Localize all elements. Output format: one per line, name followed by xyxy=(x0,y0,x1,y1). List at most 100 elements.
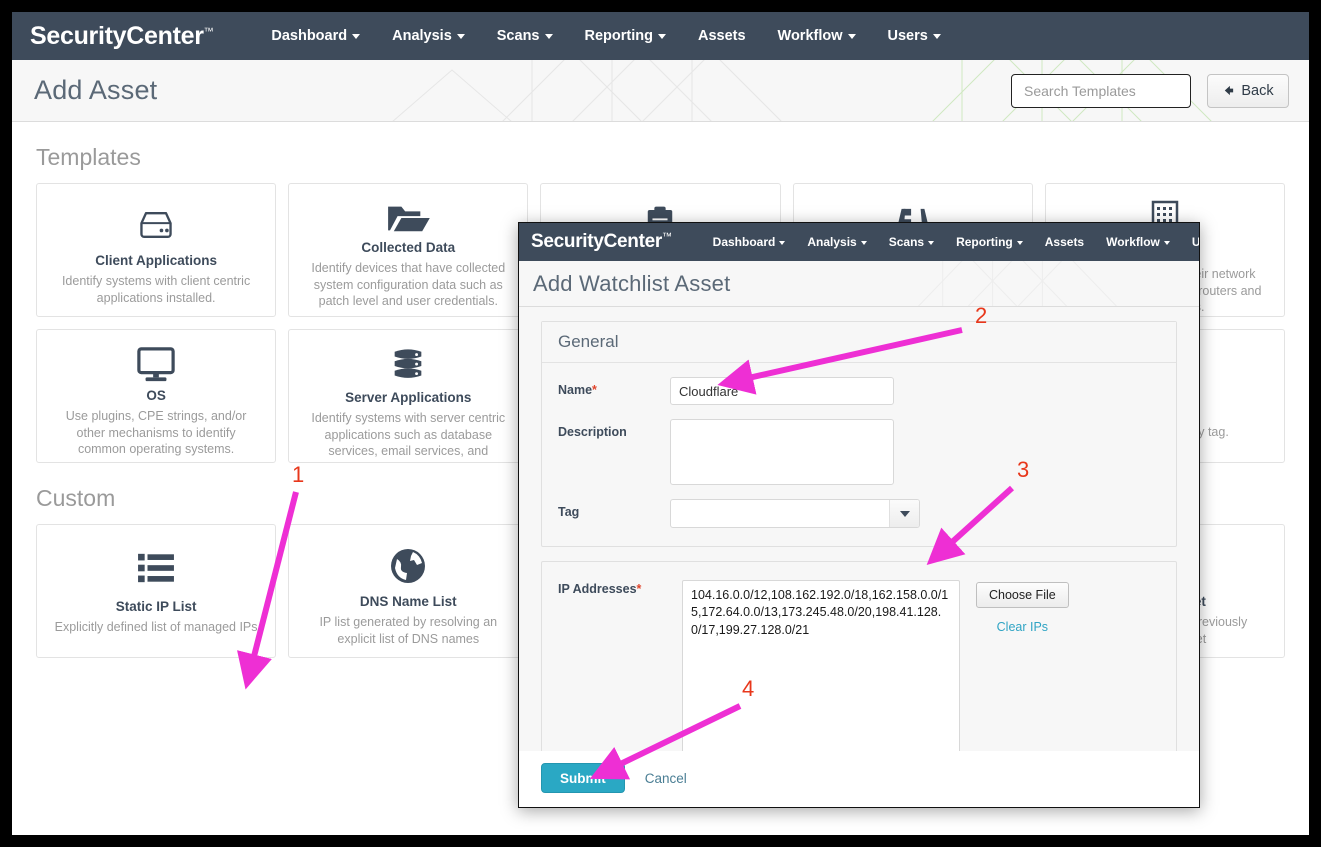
back-button-label: Back xyxy=(1241,82,1274,99)
template-card-server-applications[interactable]: Server Applications Identify systems wit… xyxy=(288,329,529,463)
chevron-down-icon xyxy=(928,240,935,245)
description-row: Description xyxy=(558,419,1160,485)
nav-label: Analysis xyxy=(392,28,452,44)
chevron-down-icon xyxy=(932,33,941,39)
template-card-client-applications[interactable]: Client Applications Identify systems wit… xyxy=(36,183,277,317)
nav-label: Scans xyxy=(496,28,540,44)
nav-label: Assets xyxy=(697,28,746,44)
nav-label: Workflow xyxy=(1106,235,1160,249)
page-subheader: Add Asset Back xyxy=(12,60,1309,122)
monitor-icon xyxy=(135,346,177,384)
chevron-down-icon xyxy=(544,33,553,39)
modal-nav-item-dashboard[interactable]: Dashboard xyxy=(702,235,797,249)
modal-body: General Name* Description Tag xyxy=(519,307,1199,751)
main-navbar: SecurityCenter™ Dashboard Analysis Scans… xyxy=(12,12,1309,60)
main-nav-items: Dashboard Analysis Scans Reporting Asset… xyxy=(255,28,956,44)
back-button[interactable]: Back xyxy=(1207,73,1289,108)
header-actions: Back xyxy=(1011,73,1289,108)
required-marker: * xyxy=(636,582,642,596)
modal-nav-item-reporting[interactable]: Reporting xyxy=(945,235,1034,249)
chevron-down-icon xyxy=(899,510,910,517)
tag-row: Tag xyxy=(558,499,1160,528)
nav-label: Dashboard xyxy=(712,235,776,249)
card-description: Identify devices that have collected sys… xyxy=(311,261,506,308)
name-input[interactable] xyxy=(670,377,894,405)
chevron-down-icon xyxy=(657,33,666,39)
ip-panel: IP Addresses* Choose File Clear IPs xyxy=(541,561,1177,751)
chevron-down-icon xyxy=(847,33,856,39)
modal-navbar: SecurityCenter™ Dashboard Analysis Scans… xyxy=(519,223,1199,261)
nav-item-scans[interactable]: Scans xyxy=(481,28,569,44)
modal-nav-item-analysis[interactable]: Analysis xyxy=(796,235,877,249)
app-logo[interactable]: SecurityCenter™ xyxy=(30,22,214,51)
description-label: Description xyxy=(558,425,627,439)
card-title: OS xyxy=(146,388,166,403)
arrow-left-icon xyxy=(1225,85,1234,96)
nav-label: Dashboard xyxy=(271,28,348,44)
custom-card-dns-name-list[interactable]: DNS Name List IP list generated by resol… xyxy=(288,524,529,658)
required-marker: * xyxy=(592,383,597,397)
nav-item-reporting[interactable]: Reporting xyxy=(569,28,682,44)
search-templates-box[interactable] xyxy=(1011,73,1222,108)
nav-item-analysis[interactable]: Analysis xyxy=(376,28,481,44)
submit-button[interactable]: Submit xyxy=(541,763,625,793)
nav-label: Reporting xyxy=(584,28,653,44)
modal-nav-item-users[interactable]: Use xyxy=(1181,235,1200,249)
card-title: Collected Data xyxy=(361,240,456,255)
ip-panel-body: IP Addresses* Choose File Clear IPs xyxy=(542,562,1176,751)
chevron-down-icon xyxy=(779,240,786,245)
chevron-down-icon xyxy=(352,33,361,39)
general-panel: General Name* Description Tag xyxy=(541,321,1177,547)
modal-nav-item-assets[interactable]: Assets xyxy=(1034,235,1095,249)
trademark-symbol: ™ xyxy=(203,26,214,38)
chevron-down-icon xyxy=(1163,240,1170,245)
tag-select[interactable] xyxy=(670,499,920,528)
card-description: Identify systems with server centric app… xyxy=(311,411,506,462)
modal-title: Add Watchlist Asset xyxy=(533,270,731,296)
template-card-os[interactable]: OS Use plugins, CPE strings, and/or othe… xyxy=(36,329,277,463)
screenshot-root: SecurityCenter™ Dashboard Analysis Scans… xyxy=(0,0,1321,847)
nav-item-dashboard[interactable]: Dashboard xyxy=(255,28,376,44)
ip-addresses-textarea[interactable] xyxy=(682,580,960,751)
description-textarea[interactable] xyxy=(670,419,894,485)
template-card-collected-data[interactable]: Collected Data Identify devices that hav… xyxy=(288,183,529,317)
nav-label: Workflow xyxy=(777,28,843,44)
ip-addresses-label: IP Addresses* xyxy=(558,582,642,596)
page-title: Add Asset xyxy=(34,75,158,105)
modal-subheader: Add Watchlist Asset xyxy=(519,261,1199,307)
modal-nav-item-scans[interactable]: Scans xyxy=(878,235,945,249)
name-row: Name* xyxy=(558,377,1160,405)
modal-nav-item-workflow[interactable]: Workflow xyxy=(1095,235,1181,249)
nav-item-users[interactable]: Users xyxy=(872,28,957,44)
add-watchlist-asset-modal: SecurityCenter™ Dashboard Analysis Scans… xyxy=(518,222,1200,808)
nav-item-assets[interactable]: Assets xyxy=(682,28,762,44)
search-input[interactable] xyxy=(1022,81,1207,100)
chevron-down-icon xyxy=(456,33,465,39)
choose-file-button[interactable]: Choose File xyxy=(976,582,1069,608)
modal-trademark-symbol: ™ xyxy=(661,231,672,243)
server-stack-icon xyxy=(387,346,429,386)
list-icon xyxy=(136,541,176,595)
templates-section-title: Templates xyxy=(36,144,141,170)
tag-select-toggle[interactable] xyxy=(889,500,919,527)
ip-file-actions: Choose File Clear IPs xyxy=(976,580,1069,634)
nav-label: Users xyxy=(887,28,928,44)
general-panel-body: Name* Description Tag xyxy=(542,363,1176,546)
nav-label: Use xyxy=(1191,235,1200,249)
modal-footer: Submit Cancel xyxy=(519,751,1199,807)
card-title: DNS Name List xyxy=(359,594,457,609)
modal-logo-text: SecurityCenter xyxy=(531,231,662,252)
clear-ips-link[interactable]: Clear IPs xyxy=(976,620,1069,634)
cancel-link[interactable]: Cancel xyxy=(645,771,687,786)
chevron-down-icon xyxy=(860,240,867,245)
modal-nav-items: Dashboard Analysis Scans Reporting Asset… xyxy=(702,235,1200,249)
hard-drive-icon xyxy=(136,200,176,249)
general-panel-title: General xyxy=(542,322,1176,363)
nav-label: Reporting xyxy=(956,235,1013,249)
modal-app-logo[interactable]: SecurityCenter™ xyxy=(531,231,672,253)
card-title: Static IP List xyxy=(115,599,197,614)
card-description: IP list generated by resolving an explic… xyxy=(319,615,498,646)
name-label: Name* xyxy=(558,383,597,397)
custom-card-static-ip-list[interactable]: Static IP List Explicitly defined list o… xyxy=(36,524,277,658)
nav-item-workflow[interactable]: Workflow xyxy=(762,28,872,44)
